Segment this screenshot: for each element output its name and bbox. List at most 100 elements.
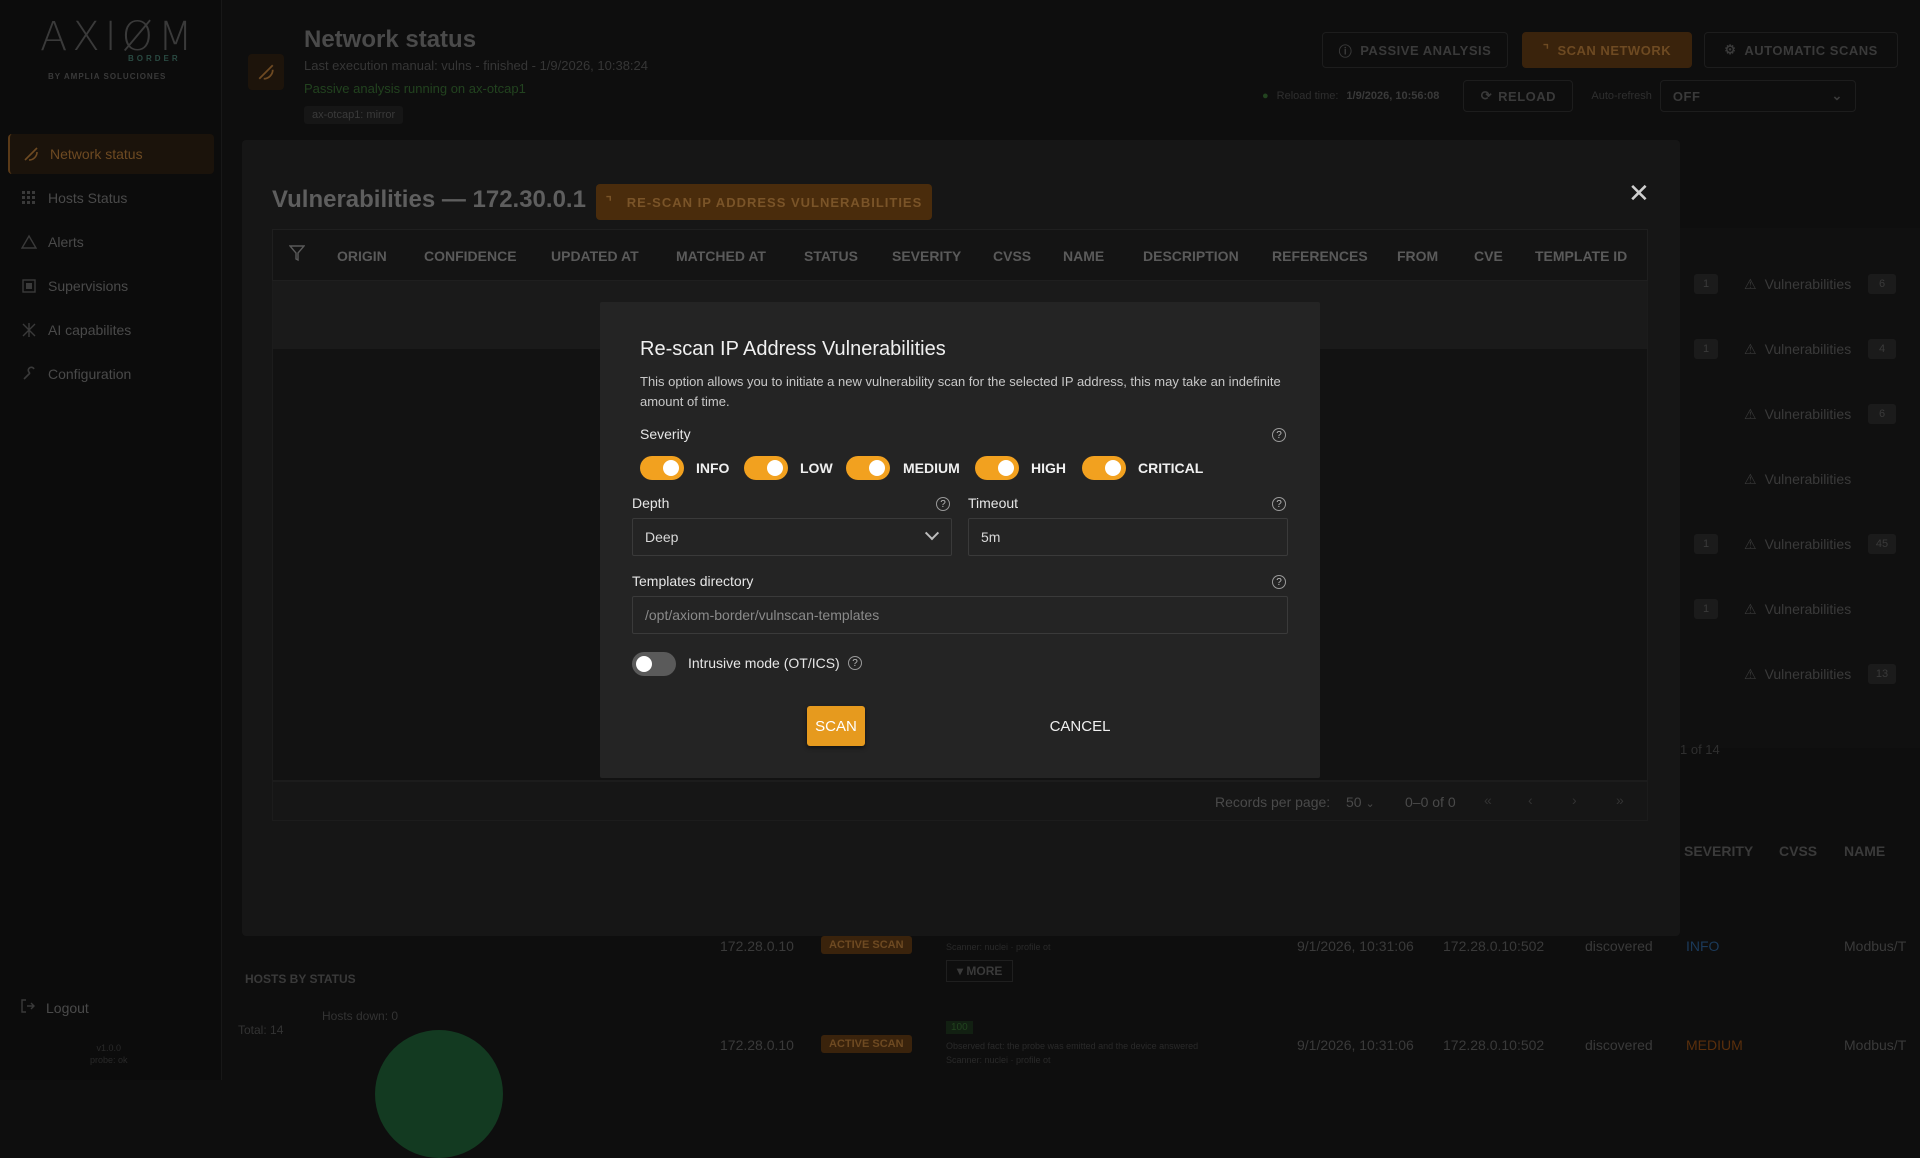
severity-info-toggle[interactable] — [640, 456, 684, 480]
column-header-cve[interactable]: CVE — [1474, 248, 1503, 264]
table-row: 172.28.0.10 ACTIVE SCAN Scanner: nuclei … — [654, 936, 1920, 998]
timeout-input[interactable]: 5m — [968, 518, 1288, 556]
scan-button[interactable]: SCAN — [807, 706, 865, 746]
sidebar-item-alerts[interactable]: Alerts — [8, 222, 214, 262]
column-header-cvss: CVSS — [1779, 843, 1818, 859]
hosts-by-status-title: HOSTS BY STATUS — [245, 972, 356, 986]
warning-icon: ⚠ — [1744, 470, 1757, 487]
vulnerabilities-link[interactable]: ⚠ Vulnerabilities — [1744, 276, 1851, 293]
count-badge: 45 — [1868, 534, 1896, 554]
sidebar-item-hosts-status[interactable]: Hosts Status — [8, 178, 214, 218]
hosts-down-label: Hosts down: 0 — [322, 1009, 399, 1023]
first-page-icon[interactable]: « — [1484, 792, 1492, 808]
table-pagination: Records per page: 50 ⌄ 0–0 of 0 « ‹ › » — [272, 781, 1648, 821]
help-icon[interactable]: ? — [936, 497, 950, 511]
origin-tag: ACTIVE SCAN — [821, 1035, 912, 1053]
column-header-description[interactable]: DESCRIPTION — [1143, 248, 1239, 264]
logout-label: Logout — [46, 999, 89, 1016]
automatic-scans-button[interactable]: ⚙ AUTOMATIC SCANS — [1704, 32, 1898, 68]
last-page-icon[interactable]: » — [1616, 792, 1624, 808]
count-badge: 1 — [1694, 534, 1718, 554]
sidebar-item-configuration[interactable]: Configuration — [8, 354, 214, 394]
vulnerabilities-link[interactable]: ⚠ Vulnerabilities — [1744, 601, 1851, 618]
sidebar-item-network-status[interactable]: Network status — [8, 134, 214, 174]
table-row: 1 ⚠ Vulnerabilities 4 — [1680, 317, 1920, 381]
count-badge: 1 — [1694, 339, 1718, 359]
column-header-updated-at[interactable]: UPDATED AT — [551, 248, 639, 264]
intrusive-mode-label: Intrusive mode (OT/ICS) — [688, 655, 840, 671]
reload-button[interactable]: ⟳ RELOAD — [1463, 80, 1574, 112]
more-button[interactable]: ▾ MORE — [946, 960, 1014, 982]
status-cell: discovered — [1585, 938, 1653, 954]
ip-cell: 172.28.0.10 — [720, 1037, 794, 1053]
vulnerabilities-link[interactable]: ⚠ Vulnerabilities — [1744, 341, 1851, 358]
passive-analysis-button[interactable]: ⓘ PASSIVE ANALYSIS — [1322, 32, 1508, 68]
filter-icon[interactable] — [288, 244, 306, 265]
severity-medium-toggle[interactable] — [846, 456, 890, 480]
vulnerabilities-link[interactable]: ⚠ Vulnerabilities — [1744, 666, 1851, 683]
column-header-origin[interactable]: ORIGIN — [337, 248, 387, 264]
severity-cell: INFO — [1686, 938, 1720, 954]
version-line: v1.0.0 — [96, 1043, 122, 1053]
records-per-page-select[interactable]: 50 ⌄ — [1346, 794, 1375, 810]
sidebar: AXIØM BORDER BY AMPLIA SOLUCIONES Networ… — [0, 0, 222, 1080]
vuln-label: Vulnerabilities — [1764, 341, 1852, 357]
sidebar-item-ai-capabilities[interactable]: AI capabilites — [8, 310, 214, 350]
severity-low-toggle[interactable] — [744, 456, 788, 480]
column-header-severity[interactable]: SEVERITY — [892, 248, 961, 264]
rescan-vulnerabilities-button[interactable]: ⌝ RE-SCAN IP ADDRESS VULNERABILITIES — [596, 184, 932, 220]
help-icon[interactable]: ? — [1272, 428, 1286, 442]
help-icon[interactable]: ? — [1272, 575, 1286, 589]
records-per-page-label: Records per page: — [1215, 794, 1331, 810]
cancel-button[interactable]: CANCEL — [1040, 706, 1120, 746]
column-header-confidence[interactable]: CONFIDENCE — [424, 248, 517, 264]
scanner-note: Observed fact: the probe was emitted and… — [946, 1041, 1199, 1051]
intrusive-mode-toggle[interactable] — [632, 652, 676, 676]
warning-icon: ⚠ — [1744, 535, 1757, 552]
column-header-status[interactable]: STATUS — [804, 248, 858, 264]
scan-network-button[interactable]: ⌝ SCAN NETWORK — [1522, 32, 1692, 68]
scanner-note: Scanner: nuclei · profile ot — [946, 942, 1051, 952]
vulnerabilities-link[interactable]: ⚠ Vulnerabilities — [1744, 536, 1851, 553]
column-header-from[interactable]: FROM — [1397, 248, 1438, 264]
status-dot-icon: ● — [1262, 90, 1269, 102]
help-icon[interactable]: ? — [848, 656, 862, 670]
table-row: 1 ⚠ Vulnerabilities — [1680, 577, 1920, 641]
next-page-icon[interactable]: › — [1572, 792, 1577, 808]
sidebar-item-label: Supervisions — [48, 278, 129, 294]
column-header-template-id[interactable]: TEMPLATE ID — [1535, 248, 1627, 264]
templates-directory-input[interactable]: /opt/axiom-border/vulnscan-templates — [632, 596, 1288, 634]
close-icon[interactable]: ✕ — [1628, 178, 1650, 209]
severity-high-toggle[interactable] — [975, 456, 1019, 480]
help-icon[interactable]: ? — [1272, 497, 1286, 511]
prev-page-icon[interactable]: ‹ — [1528, 792, 1533, 808]
warning-icon: ⚠ — [1744, 600, 1757, 617]
warning-icon: ⚠ — [1744, 340, 1757, 357]
severity-medium-label: MEDIUM — [903, 460, 960, 476]
reload-time: 1/9/2026, 10:56:08 — [1346, 90, 1440, 102]
severity-label: Severity — [640, 426, 691, 442]
column-header-cvss[interactable]: CVSS — [993, 248, 1031, 264]
radar-icon — [248, 54, 284, 90]
grid-icon — [20, 189, 38, 207]
logout-button[interactable]: Logout — [20, 998, 89, 1017]
table-row: ⚠ Vulnerabilities 13 — [1680, 642, 1920, 706]
severity-critical-toggle[interactable] — [1082, 456, 1126, 480]
auto-refresh-select[interactable]: OFF ⌄ — [1659, 80, 1856, 112]
column-header-matched-at[interactable]: MATCHED AT — [676, 248, 766, 264]
column-header-references[interactable]: REFERENCES — [1272, 248, 1368, 264]
depth-select[interactable]: Deep — [632, 518, 952, 556]
table-row: 1 ⚠ Vulnerabilities 45 — [1680, 512, 1920, 576]
radar-icon — [22, 145, 40, 163]
vulnerabilities-link[interactable]: ⚠ Vulnerabilities — [1744, 471, 1851, 488]
vulnerabilities-link[interactable]: ⚠ Vulnerabilities — [1744, 406, 1851, 423]
sidebar-item-supervisions[interactable]: Supervisions — [8, 266, 214, 306]
timeout-label: Timeout — [968, 495, 1019, 511]
modal-title: Re-scan IP Address Vulnerabilities — [640, 338, 946, 360]
column-header-name[interactable]: NAME — [1063, 248, 1104, 264]
logout-icon — [20, 998, 36, 1017]
table-row: 1 ⚠ Vulnerabilities 6 — [1680, 252, 1920, 316]
severity-cell: MEDIUM — [1686, 1037, 1743, 1053]
auto-refresh-label: Auto-refresh — [1591, 90, 1652, 102]
monitor-icon — [20, 277, 38, 295]
